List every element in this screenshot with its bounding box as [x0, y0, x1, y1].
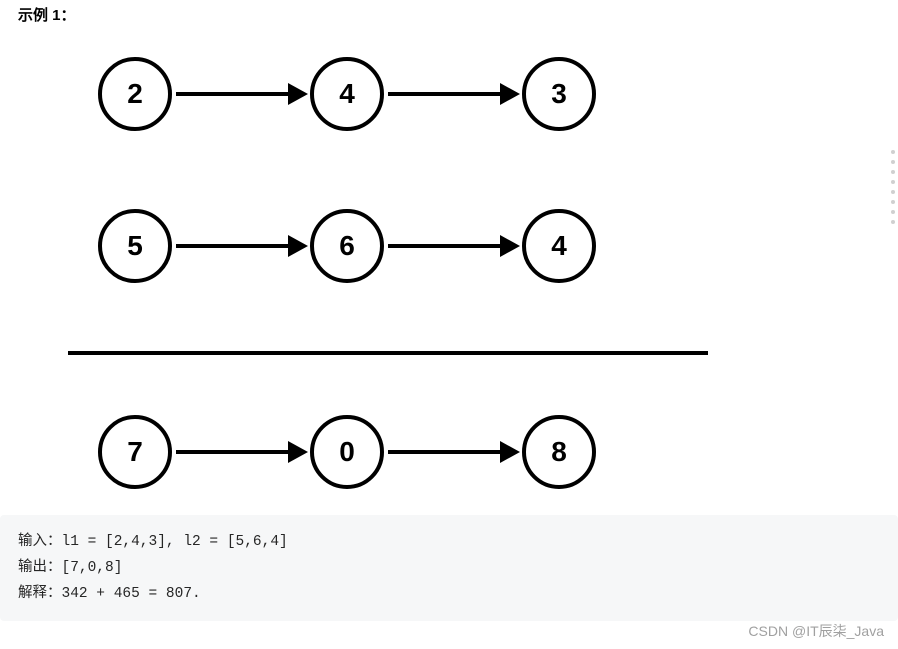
list-row-l2: 5 6 4 [98, 209, 880, 283]
content-container: 示例 1： 2 4 3 5 6 [0, 0, 898, 489]
scroll-indicator [891, 150, 895, 224]
watermark-text: CSDN @IT辰柒_Java [748, 621, 884, 641]
node-l1-1: 4 [310, 57, 384, 131]
node-result-2: 8 [522, 415, 596, 489]
list-row-result: 7 0 8 [98, 415, 880, 489]
arrow-icon [388, 88, 518, 100]
node-result-0: 7 [98, 415, 172, 489]
divider-line [68, 351, 708, 355]
arrow-icon [388, 240, 518, 252]
arrow-icon [176, 446, 306, 458]
arrow-icon [176, 240, 306, 252]
node-result-1: 0 [310, 415, 384, 489]
node-l1-2: 3 [522, 57, 596, 131]
example-title: 示例 1： [18, 4, 880, 25]
code-output-box: 输入：l1 = [2,4,3], l2 = [5,6,4] 输出：[7,0,8]… [0, 515, 898, 621]
output-output-line: 输出：[7,0,8] [18, 555, 880, 581]
node-l2-1: 6 [310, 209, 384, 283]
node-l2-2: 4 [522, 209, 596, 283]
node-l1-0: 2 [98, 57, 172, 131]
output-explanation-line: 解释：342 + 465 = 807. [18, 581, 880, 607]
linked-list-diagram: 2 4 3 5 6 4 [18, 49, 880, 489]
output-input-line: 输入：l1 = [2,4,3], l2 = [5,6,4] [18, 529, 880, 555]
list-row-l1: 2 4 3 [98, 57, 880, 131]
arrow-icon [176, 88, 306, 100]
node-l2-0: 5 [98, 209, 172, 283]
arrow-icon [388, 446, 518, 458]
